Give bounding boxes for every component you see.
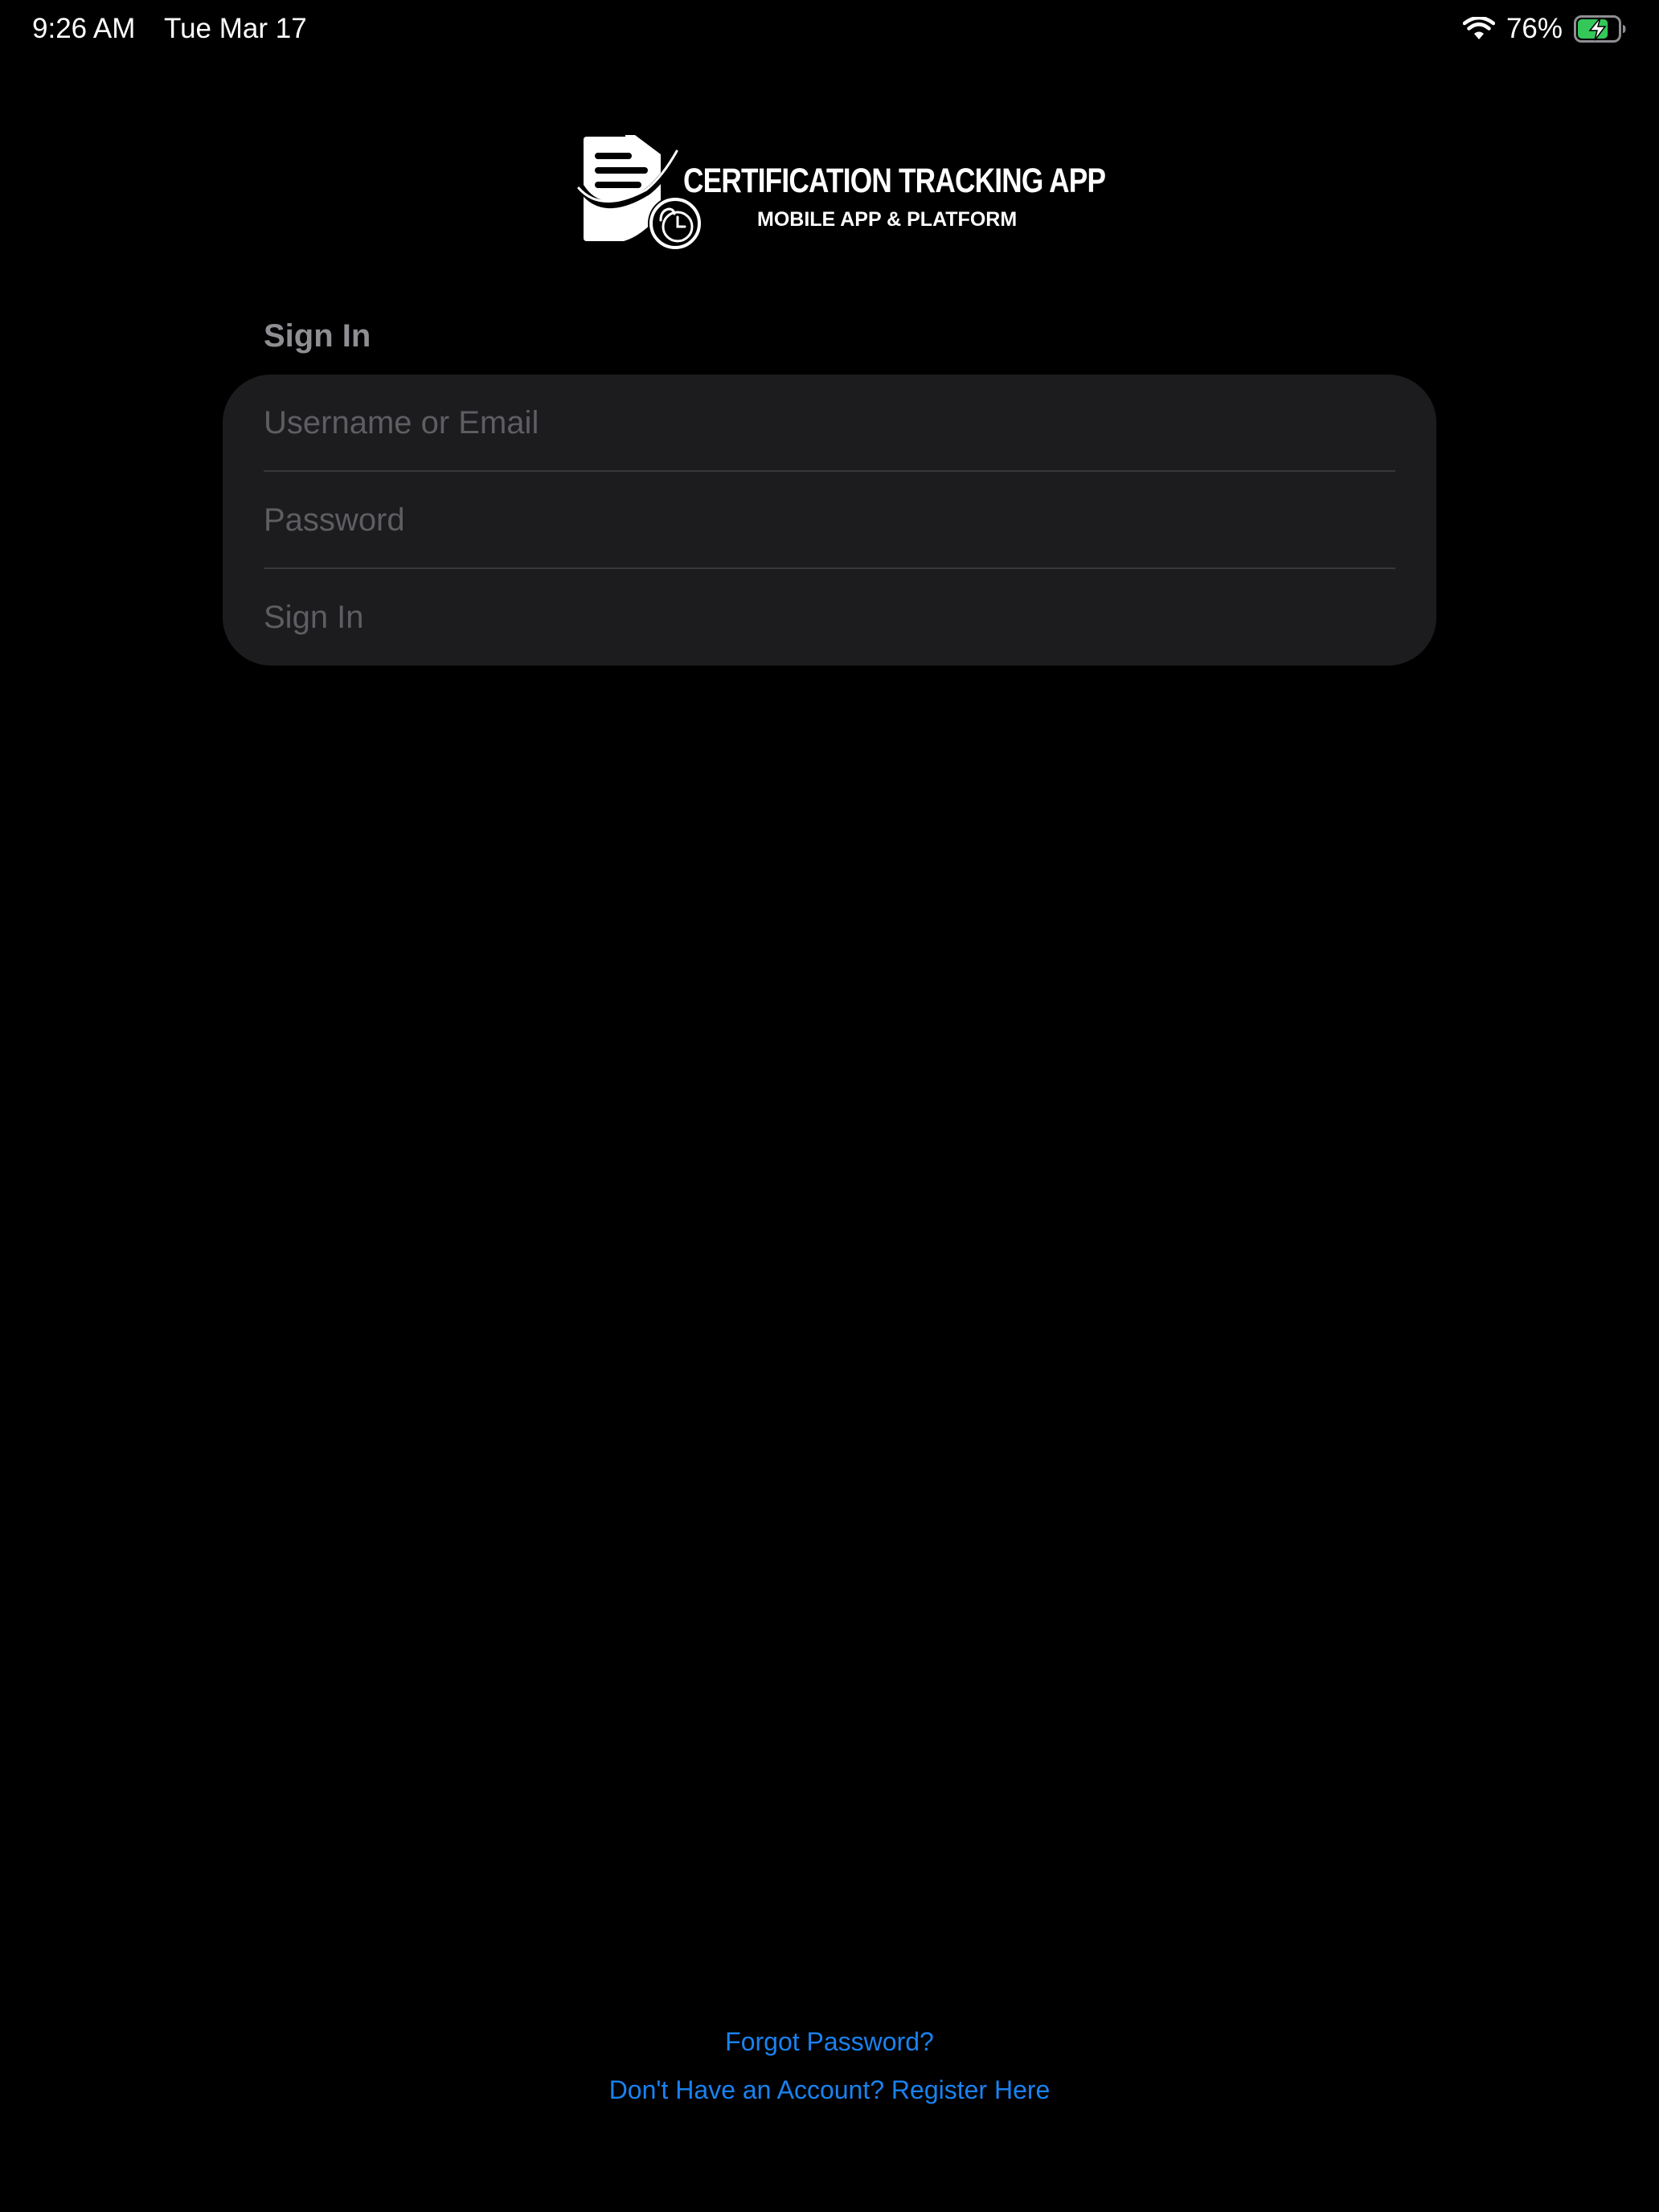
- forgot-password-link[interactable]: Forgot Password?: [0, 2024, 1659, 2059]
- register-link[interactable]: Don't Have an Account? Register Here: [0, 2072, 1659, 2108]
- username-row: [264, 375, 1395, 471]
- battery-charging-icon: [1574, 15, 1626, 43]
- sign-in-header: Sign In: [264, 318, 371, 354]
- status-date: Tue Mar 17: [164, 13, 307, 44]
- password-input[interactable]: [264, 472, 1395, 568]
- status-indicators: 76%: [1462, 11, 1627, 47]
- sign-in-form: Sign In: [223, 375, 1436, 666]
- app-logo: CERTIFICATION TRACKING APP MOBILE APP & …: [577, 132, 1106, 254]
- wifi-icon: [1462, 17, 1495, 39]
- username-input[interactable]: [264, 375, 1395, 471]
- password-row: [264, 472, 1395, 568]
- status-time: 9:26 AM: [32, 13, 136, 44]
- logo-title: CERTIFICATION TRACKING APP: [683, 162, 1106, 200]
- sign-in-row: Sign In: [264, 569, 1395, 666]
- status-bar: 9:26 AM Tue Mar 17 76%: [0, 0, 1659, 59]
- battery-percent: 76%: [1505, 13, 1563, 44]
- sign-in-button[interactable]: Sign In: [264, 569, 1395, 666]
- logo-subtitle: MOBILE APP & PLATFORM: [757, 208, 1018, 231]
